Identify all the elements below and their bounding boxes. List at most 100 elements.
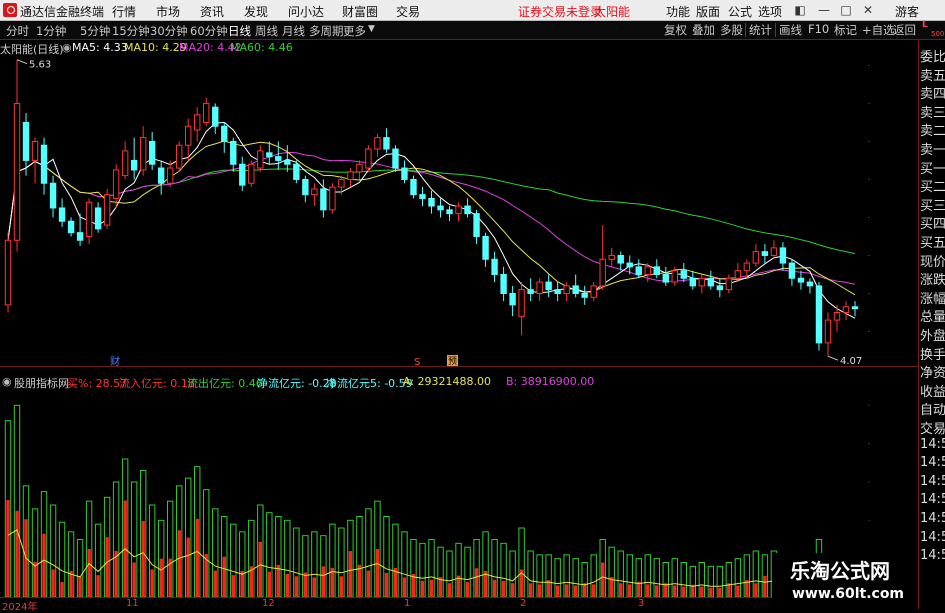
info-row-label: 买二 — [920, 180, 945, 196]
minimize-icon[interactable]: — — [816, 2, 832, 18]
tab-fenshi[interactable]: 分时 — [6, 23, 29, 39]
overlay-button[interactable]: 叠加 — [692, 22, 715, 38]
volume-bar-buy — [429, 579, 434, 597]
tab-60min[interactable]: 60分钟 — [190, 23, 228, 39]
candle-body — [626, 262, 633, 268]
volume-bar-buy — [384, 572, 389, 597]
skin-icon[interactable]: ◧ — [792, 2, 808, 18]
menu-gongshi[interactable]: 公式 — [728, 3, 752, 20]
maximize-icon[interactable]: □ — [838, 2, 854, 18]
info-row-label: 总量 — [920, 310, 945, 326]
candle-body — [302, 178, 309, 196]
tab-5min[interactable]: 5分钟 — [80, 23, 110, 39]
candle-body — [572, 285, 579, 294]
menu-caifuquan[interactable]: 财富圈 — [342, 3, 378, 20]
draw-line-button[interactable]: 画线 — [779, 22, 802, 38]
watermark: 乐淘公式网 www.60lt.com — [772, 553, 918, 609]
candle-body — [689, 277, 697, 287]
info-row-label: 14:56 — [920, 492, 945, 508]
back-button[interactable]: 返回 — [893, 22, 916, 38]
volume-bar-buy — [141, 521, 145, 597]
menu-wenxiaoda[interactable]: 问小达 — [288, 3, 324, 20]
candle-body — [356, 163, 363, 173]
volume-bar-buy — [321, 566, 326, 597]
x-tick: 12 — [262, 598, 275, 609]
candle-body — [707, 277, 715, 287]
user-label[interactable]: 游客 — [895, 3, 919, 20]
volume-bar-buy — [105, 537, 109, 597]
menu-faxian[interactable]: 发现 — [244, 3, 268, 20]
info-row-label: 14:56 — [920, 548, 945, 564]
tab-30min[interactable]: 30分钟 — [150, 23, 188, 39]
candle-body — [383, 137, 390, 150]
volume-chart[interactable]: 100000800006000040000 — [0, 372, 870, 597]
candle-body — [329, 186, 336, 211]
menu-zixun[interactable]: 资讯 — [200, 3, 224, 20]
menu-shichang[interactable]: 市场 — [156, 3, 180, 20]
candle-body — [166, 167, 174, 184]
tab-15min[interactable]: 15分钟 — [112, 23, 150, 39]
candle-body — [22, 121, 30, 161]
candle-body — [644, 266, 651, 275]
close-icon[interactable]: ✕ — [860, 2, 876, 18]
candlestick-chart[interactable]: 5.605.405.205.004.804.604.404.205.634.07… — [0, 40, 870, 366]
add-favorite-button[interactable]: +自选 — [862, 22, 895, 38]
tab-multiperiod[interactable]: 多周期 — [309, 23, 344, 39]
candle-body — [581, 292, 588, 298]
volume-bar-buy — [700, 586, 704, 597]
multi-stock-button[interactable]: 多股 — [720, 22, 743, 38]
candle-body — [545, 281, 552, 291]
tab-daily[interactable]: 日线 — [228, 23, 251, 39]
fuquan-button[interactable]: 复权 — [664, 22, 687, 38]
tab-monthly[interactable]: 月线 — [282, 23, 305, 39]
statistics-button[interactable]: 统计 — [749, 22, 772, 38]
volume-bar-buy — [348, 551, 353, 597]
login-status[interactable]: 证券交易未登录 — [518, 3, 602, 20]
volume-bar-buy — [267, 571, 272, 597]
candle-body — [239, 163, 246, 186]
tab-more[interactable]: 更多 — [343, 23, 366, 39]
x-tick: 2024年 — [2, 602, 38, 613]
info-row-label: 交易 — [920, 422, 945, 437]
tab-1min[interactable]: 1分钟 — [36, 23, 66, 39]
volume-bar-buy — [510, 583, 515, 597]
volume-bar-buy — [763, 575, 767, 597]
volume-bar-buy — [673, 585, 677, 597]
menu-xuanxiang[interactable]: 选项 — [758, 3, 782, 20]
kline-panel[interactable]: 太阳能(日线) MA5: 4.33 MA10: 4.29 MA20: 4.42 … — [0, 40, 870, 366]
chevron-down-icon[interactable]: ▼ — [368, 24, 375, 34]
candle-body — [76, 232, 84, 241]
candle-body — [40, 144, 48, 184]
candle-body — [338, 178, 345, 188]
f10-button[interactable]: F10 — [808, 22, 829, 36]
event-cai-marker: 财 — [110, 355, 120, 366]
low-pointer — [827, 355, 839, 361]
menu-jiaoyi[interactable]: 交易 — [396, 3, 420, 20]
volume-bar-buy — [402, 577, 407, 597]
volume-bar-buy — [646, 584, 650, 597]
candle-body — [761, 251, 769, 256]
candle-body — [536, 281, 543, 294]
volume-bar-buy — [492, 579, 497, 597]
volume-bar-buy — [132, 562, 136, 597]
candle-body — [185, 125, 192, 146]
candle-body — [293, 163, 300, 180]
tab-weekly[interactable]: 周线 — [255, 23, 278, 39]
menu-bar: 通达信金融终端 行情 市场 资讯 发现 问小达 财富圈 交易 证券交易未登录 太… — [0, 0, 945, 21]
candle-body — [85, 201, 93, 237]
candle-body — [248, 163, 255, 184]
high-price-label: 5.63 — [29, 60, 51, 71]
candle-body — [194, 114, 201, 131]
volume-bar-buy — [528, 583, 533, 597]
menu-hangqing[interactable]: 行情 — [112, 3, 136, 20]
indicator-panel[interactable]: ◉ 股朋指标网 买%: 28.57 流入亿元: 0.18 流出亿元: 0.46 … — [0, 372, 870, 597]
menu-banmian[interactable]: 版面 — [696, 3, 720, 20]
info-row-label: 买一 — [920, 161, 945, 177]
mark-button[interactable]: 标记 — [834, 22, 857, 38]
volume-bar-buy — [96, 575, 100, 597]
menu-gongneng[interactable]: 功能 — [666, 3, 690, 20]
volume-bar-buy — [501, 580, 506, 597]
candle-body — [320, 188, 327, 211]
volume-bar-buy — [159, 558, 163, 597]
candle-body — [94, 207, 102, 230]
